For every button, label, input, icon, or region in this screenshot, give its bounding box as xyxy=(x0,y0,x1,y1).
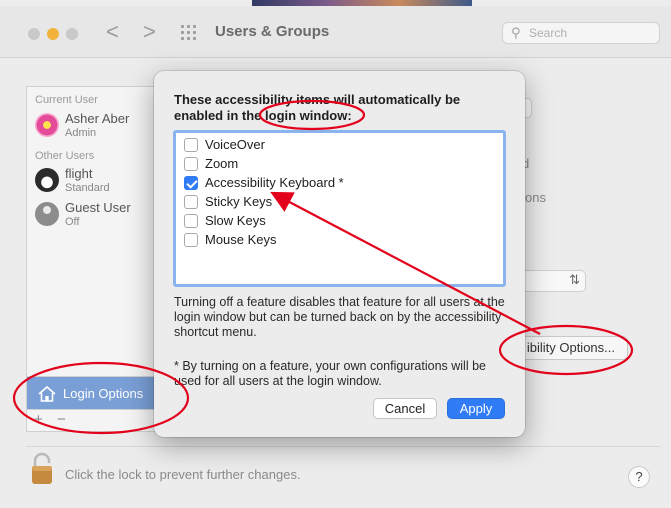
user-row-guest-user[interactable]: Guest User Off xyxy=(33,198,155,232)
avatar xyxy=(35,202,59,226)
other-users-header: Other Users xyxy=(35,150,95,162)
label-fragment-ons: ons xyxy=(525,190,546,205)
user-role: Off xyxy=(65,216,80,228)
item-label: Zoom xyxy=(205,156,239,171)
accessibility-options-dialog: These accessibility items will automatic… xyxy=(154,71,525,437)
list-item-mouse-keys[interactable]: Mouse Keys xyxy=(184,231,484,249)
remove-user-button[interactable]: − xyxy=(57,411,66,428)
zoom-checkbox[interactable] xyxy=(184,157,198,171)
zoom-window-button[interactable] xyxy=(66,28,78,40)
list-item-zoom[interactable]: Zoom xyxy=(184,155,484,173)
house-icon xyxy=(38,385,56,402)
search-icon: ⚲ xyxy=(511,25,521,40)
avatar xyxy=(35,113,59,137)
sidebar-footer: + − xyxy=(26,410,156,432)
list-item-slow-keys[interactable]: Slow Keys xyxy=(184,212,484,230)
current-user-header: Current User xyxy=(35,94,98,106)
search-field[interactable]: ⚲ xyxy=(502,22,660,44)
cancel-button[interactable]: Cancel xyxy=(373,398,437,419)
item-label: Accessibility Keyboard * xyxy=(205,175,344,190)
popup-button-fragment[interactable]: ⇅ xyxy=(522,270,586,292)
user-name: flight xyxy=(65,166,93,181)
show-all-grid-icon[interactable] xyxy=(181,25,199,43)
lock-hint-text: Click the lock to prevent further change… xyxy=(65,467,301,482)
divider xyxy=(26,446,660,447)
item-label: Mouse Keys xyxy=(205,232,277,247)
list-item-voiceover[interactable]: VoiceOver xyxy=(184,136,484,154)
user-name: Asher Aber xyxy=(65,111,130,126)
minimize-window-button[interactable] xyxy=(47,28,59,40)
chevron-updown-icon: ⇅ xyxy=(569,272,580,287)
close-window-button[interactable] xyxy=(28,28,40,40)
back-button[interactable]: < xyxy=(106,20,119,44)
accessibility-keyboard-checkbox[interactable] xyxy=(184,176,198,190)
dialog-note-asterisk: * By turning on a feature, your own conf… xyxy=(174,359,486,388)
accessibility-items-list[interactable]: VoiceOver Zoom Accessibility Keyboard * … xyxy=(173,130,506,287)
avatar xyxy=(35,168,59,192)
sticky-keys-checkbox[interactable] xyxy=(184,195,198,209)
item-label: Slow Keys xyxy=(205,213,266,228)
dialog-note-turning-off: Turning off a feature disables that feat… xyxy=(174,295,505,339)
user-row-asher-aber[interactable]: Asher Aber Admin xyxy=(33,109,155,143)
window-title: Users & Groups xyxy=(215,23,330,40)
search-input[interactable] xyxy=(529,25,649,41)
list-item-sticky-keys[interactable]: Sticky Keys xyxy=(184,193,484,211)
login-options-item[interactable]: Login Options xyxy=(26,376,156,410)
user-name: Guest User xyxy=(65,200,131,215)
forward-button[interactable]: > xyxy=(143,20,156,44)
item-label: VoiceOver xyxy=(205,137,265,152)
user-row-flight[interactable]: flight Standard xyxy=(33,164,155,198)
apply-button[interactable]: Apply xyxy=(447,398,505,419)
list-item-accessibility-keyboard[interactable]: Accessibility Keyboard * xyxy=(184,174,484,192)
help-button[interactable]: ? xyxy=(628,466,650,488)
slow-keys-checkbox[interactable] xyxy=(184,214,198,228)
lock-icon[interactable] xyxy=(30,452,54,486)
item-label: Sticky Keys xyxy=(205,194,273,209)
user-role: Admin xyxy=(65,127,97,139)
toolbar: < > Users & Groups ⚲ xyxy=(0,6,671,58)
login-options-label: Login Options xyxy=(63,386,144,401)
add-user-button[interactable]: + xyxy=(34,411,43,428)
user-role: Standard xyxy=(65,182,110,194)
dialog-heading: These accessibility items will automatic… xyxy=(174,92,461,123)
voiceover-checkbox[interactable] xyxy=(184,138,198,152)
mouse-keys-checkbox[interactable] xyxy=(184,233,198,247)
